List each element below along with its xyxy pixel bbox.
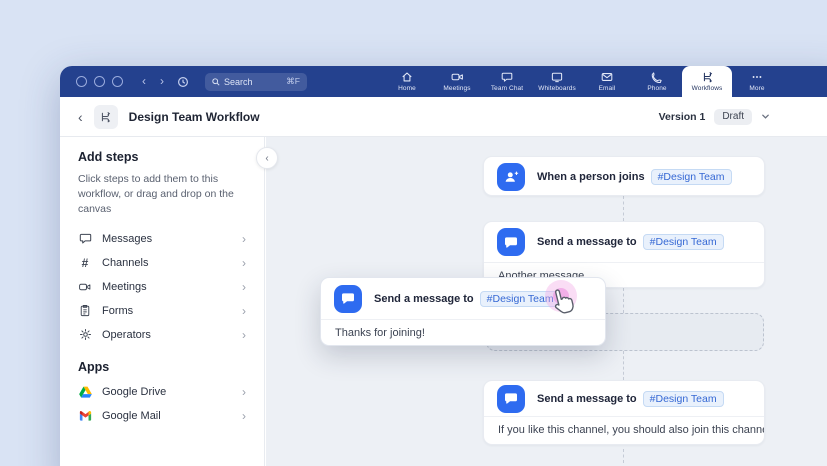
google-drive-icon (78, 386, 92, 398)
nav-tab-phone[interactable]: Phone (632, 66, 682, 97)
sidebar-item-channels[interactable]: # Channels › (78, 251, 246, 275)
sidebar-collapse-button[interactable]: ‹ (256, 147, 278, 169)
sidebar-item-label: Channels (102, 257, 232, 269)
chevron-down-icon[interactable] (761, 112, 770, 121)
step-title: Send a message to (537, 393, 637, 405)
nav-label: More (749, 85, 764, 92)
message-bubble-icon (78, 232, 92, 245)
apps-heading: Apps (78, 360, 246, 374)
back-chevron-icon[interactable]: ‹ (78, 109, 83, 125)
connector-line (623, 196, 624, 221)
workflow-canvas[interactable]: When a person joins #Design Team Send a … (266, 137, 827, 466)
nav-tab-home[interactable]: Home (382, 66, 432, 97)
connector-line (623, 449, 624, 463)
nav-label: Phone (647, 85, 666, 92)
chevron-right-icon: › (242, 304, 246, 318)
status-badge: Draft (714, 109, 752, 125)
forward-icon[interactable]: › (160, 66, 164, 97)
sidebar-item-meetings[interactable]: Meetings › (78, 275, 246, 299)
version-label: Version 1 (659, 111, 706, 123)
sidebar-item-google-mail[interactable]: Google Mail › (78, 404, 246, 428)
chat-bubble-icon (501, 71, 513, 83)
gear-icon (78, 328, 92, 341)
chat-message-icon (334, 285, 362, 313)
sidebar-description: Click steps to add them to this workflow… (78, 172, 246, 218)
person-join-icon (497, 163, 525, 191)
nav-label: Email (599, 85, 616, 92)
hash-icon: # (78, 256, 92, 270)
connector-line (623, 351, 624, 380)
nav-tab-meetings[interactable]: Meetings (432, 66, 482, 97)
back-icon[interactable]: ‹ (142, 66, 146, 97)
add-steps-sidebar: Add steps Click steps to add them to thi… (60, 137, 265, 466)
sidebar-item-label: Google Mail (102, 410, 232, 422)
channel-pill[interactable]: #Design Team (643, 391, 724, 407)
chevron-right-icon: › (242, 328, 246, 342)
nav-tab-more[interactable]: More (732, 66, 782, 97)
more-icon (751, 71, 763, 83)
sidebar-item-label: Meetings (102, 281, 232, 293)
nav-tab-team-chat[interactable]: Team Chat (482, 66, 532, 97)
nav-tab-workflows[interactable]: Workflows (682, 66, 732, 97)
app-header: ‹ › Search ⌘F Home Meetings (60, 66, 827, 97)
chevron-right-icon: › (242, 280, 246, 294)
channel-pill[interactable]: #Design Team (643, 234, 724, 250)
chevron-right-icon: › (242, 232, 246, 246)
sidebar-item-label: Messages (102, 233, 232, 245)
nav-label: Meetings (443, 85, 470, 92)
channel-pill[interactable]: #Design Team (651, 169, 732, 185)
sidebar-heading: Add steps (78, 150, 246, 164)
step-message-body: Thanks for joining! (321, 320, 605, 346)
nav-label: Whiteboards (538, 85, 576, 92)
video-camera-icon (451, 71, 464, 83)
chat-message-icon (497, 228, 525, 256)
nav-tab-email[interactable]: Email (582, 66, 632, 97)
step-title: Send a message to (374, 293, 474, 305)
chevron-right-icon: › (242, 256, 246, 270)
main-nav: Home Meetings Team Chat Whiteboards Emai… (382, 66, 782, 97)
chevron-right-icon: › (242, 409, 246, 423)
chevron-right-icon: › (242, 385, 246, 399)
sidebar-item-forms[interactable]: Forms › (78, 299, 246, 323)
sidebar-item-label: Forms (102, 305, 232, 317)
step-message-body: If you like this channel, you should als… (484, 417, 764, 443)
connector-line (623, 288, 624, 313)
sidebar-item-google-drive[interactable]: Google Drive › (78, 380, 246, 404)
search-input[interactable]: Search ⌘F (205, 73, 307, 91)
nav-label: Workflows (692, 85, 723, 92)
phone-icon (651, 71, 663, 83)
step-title: When a person joins (537, 171, 645, 183)
whiteboard-icon (551, 71, 563, 83)
sidebar-item-messages[interactable]: Messages › (78, 227, 246, 251)
step-title: Send a message to (537, 236, 637, 248)
window-control-close[interactable] (76, 76, 87, 87)
search-placeholder: Search (224, 77, 282, 87)
screen: ‹ › Search ⌘F Home Meetings (0, 0, 827, 466)
gmail-icon (78, 410, 92, 421)
workflow-step-message[interactable]: Send a message to #Design Team If you li… (483, 380, 765, 445)
workflow-badge-icon (94, 105, 118, 129)
window-control-minimize[interactable] (94, 76, 105, 87)
workflow-icon (701, 71, 714, 83)
window-control-maximize[interactable] (112, 76, 123, 87)
search-shortcut: ⌘F (286, 76, 300, 87)
nav-tab-whiteboards[interactable]: Whiteboards (532, 66, 582, 97)
nav-label: Home (398, 85, 416, 92)
form-clipboard-icon (78, 304, 92, 317)
search-icon (212, 78, 220, 86)
chat-message-icon (497, 385, 525, 413)
nav-label: Team Chat (491, 85, 523, 92)
page-title: Design Team Workflow (129, 110, 260, 124)
sidebar-item-label: Google Drive (102, 386, 232, 398)
video-camera-icon (78, 281, 92, 293)
home-icon (401, 71, 413, 83)
email-icon (601, 71, 613, 83)
sidebar-item-label: Operators (102, 329, 232, 341)
workflow-step-trigger[interactable]: When a person joins #Design Team (483, 156, 765, 196)
workflow-toolbar: ‹ Design Team Workflow Version 1 Draft (60, 97, 827, 137)
sidebar-item-operators[interactable]: Operators › (78, 323, 246, 347)
history-icon[interactable] (177, 76, 189, 88)
